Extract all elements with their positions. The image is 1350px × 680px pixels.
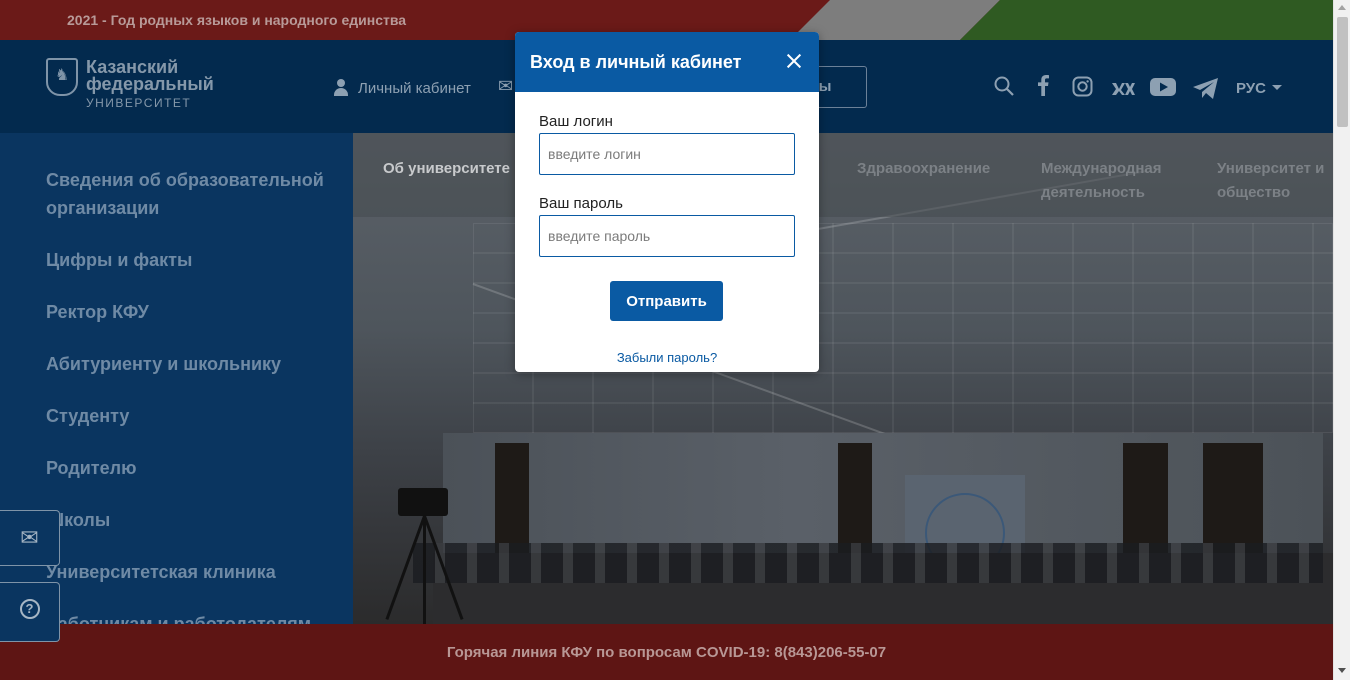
page: 2021 - Год родных языков и народного еди…	[0, 0, 1333, 680]
scroll-up-icon[interactable]	[1338, 5, 1346, 10]
password-label: Ваш пароль	[539, 195, 623, 212]
login-modal: Вход в личный кабинет Ваш логин Ваш паро…	[515, 32, 819, 372]
login-input[interactable]	[539, 133, 795, 175]
page-scrollbar[interactable]	[1333, 0, 1350, 680]
password-input[interactable]	[539, 215, 795, 257]
submit-button[interactable]: Отправить	[610, 281, 723, 321]
login-modal-header: Вход в личный кабинет	[515, 32, 819, 92]
login-label: Ваш логин	[539, 113, 613, 130]
login-modal-title: Вход в личный кабинет	[530, 52, 742, 72]
forgot-password-link[interactable]: Забыли пароль?	[515, 350, 819, 365]
scroll-down-icon[interactable]	[1338, 668, 1346, 673]
scrollbar-thumb[interactable]	[1337, 17, 1348, 127]
close-icon[interactable]	[785, 52, 803, 70]
